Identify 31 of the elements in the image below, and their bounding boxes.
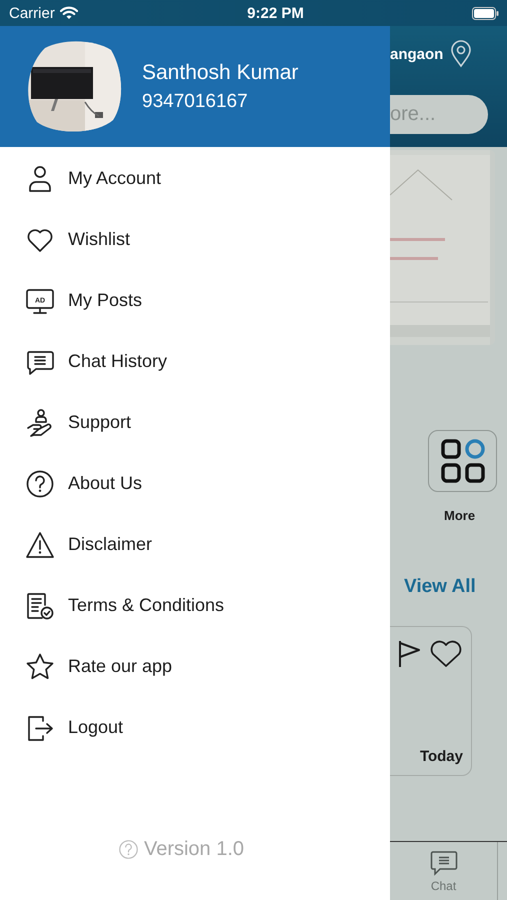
help-icon (118, 839, 139, 860)
phone-number: 9347016167 (142, 90, 249, 112)
heart-icon[interactable] (429, 639, 463, 669)
status-time: 9:22 PM (246, 4, 305, 22)
menu-item[interactable]: Support (0, 392, 390, 453)
location-pin-icon[interactable] (449, 40, 474, 68)
menu-item[interactable]: Rate our app (0, 636, 390, 697)
category-label: More (444, 508, 476, 523)
document-check-icon (25, 590, 55, 620)
listing-date: Today (420, 748, 463, 765)
menu-item[interactable]: Chat History (0, 331, 390, 392)
wifi-icon (60, 6, 78, 20)
flag-icon[interactable] (397, 639, 423, 669)
category-tile[interactable] (428, 430, 497, 492)
help-icon (25, 468, 55, 498)
menu-item[interactable]: Disclaimer (0, 514, 390, 575)
star-icon (25, 652, 55, 682)
warning-icon (25, 530, 55, 560)
battery-icon (472, 6, 499, 20)
menu-item[interactable]: Logout (0, 697, 390, 758)
menu-item[interactable]: Wishlist (0, 209, 390, 270)
user-name: Santhosh Kumar (142, 60, 298, 84)
carrier-label: Carrier (9, 4, 55, 22)
location-label[interactable]: angaon (390, 46, 444, 62)
view-all-link[interactable]: View All (404, 576, 507, 598)
menu-item[interactable]: About Us (0, 453, 390, 514)
menu-item[interactable]: Terms & Conditions (0, 575, 390, 636)
version-label: Version 1.0 (144, 838, 244, 861)
menu-item[interactable]: My Account (0, 148, 390, 209)
chat-icon (430, 850, 458, 876)
listing-card[interactable]: Today (390, 626, 472, 776)
